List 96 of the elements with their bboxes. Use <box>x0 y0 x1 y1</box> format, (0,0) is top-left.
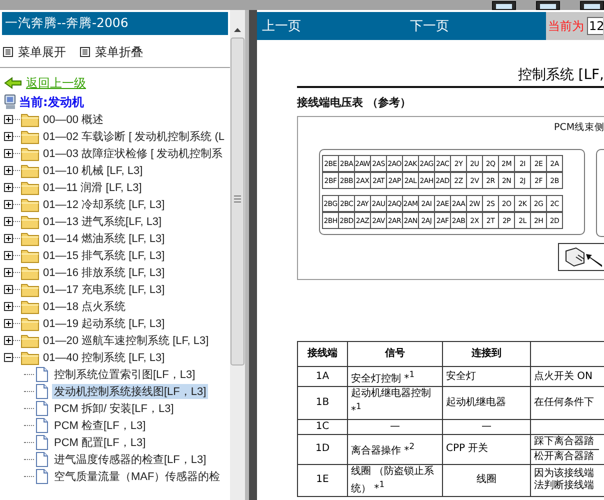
tree-item[interactable]: 00—00 概述 <box>43 112 104 127</box>
table-cell: 1B <box>298 386 348 420</box>
back-arrow-icon <box>4 77 22 89</box>
panel-title: 一汽奔腾--奔腾-2006 <box>2 12 228 35</box>
folder-icon <box>21 180 39 194</box>
table-cell: 起动机继电器 <box>442 386 530 420</box>
table-cell: 1A <box>298 366 348 387</box>
tree-item[interactable]: 01—18 点火系统 <box>43 299 126 314</box>
tree-item[interactable]: PCM 配置[LF，L3] <box>52 435 148 450</box>
expand-icon[interactable] <box>4 149 13 158</box>
table-cell: 1C <box>298 419 348 434</box>
table-cell: 起动机继电器控制 *$^{1}$ <box>348 386 442 420</box>
expand-icon[interactable] <box>4 200 13 209</box>
tree-item[interactable]: 01—03 故障症状检修 [ 发动机控制系 <box>43 146 223 161</box>
column-header: 连接到 <box>442 342 530 366</box>
column-header: 接线端 <box>298 342 348 366</box>
list-icon <box>80 47 90 57</box>
table-cell: 1E <box>298 464 348 496</box>
tree-item[interactable]: 01—13 进气系统[LF, L3] <box>43 214 162 229</box>
document-title: 控制系统 [LF, <box>518 66 604 84</box>
page-number-field[interactable]: 12 <box>587 17 603 35</box>
list-icon <box>3 47 13 57</box>
tree-item[interactable]: 01—10 机械 [LF, L3] <box>43 163 143 178</box>
document-icon <box>36 401 48 416</box>
expand-icon[interactable] <box>4 268 13 277</box>
table-cell: 线圈 <box>442 464 530 496</box>
folder-icon <box>21 214 39 228</box>
folder-icon <box>21 266 39 280</box>
tree-item[interactable]: 发动机控制系统接线图[LF，L3] <box>52 384 208 399</box>
document-icon <box>36 469 48 484</box>
table-cell: 安全灯 <box>442 366 530 387</box>
tree-item[interactable]: 01—12 冷却系统 [LF, L3] <box>43 197 165 212</box>
table-cell: 1D <box>298 434 348 464</box>
tree-item[interactable]: PCM 拆卸/ 安装[LF，L3] <box>52 401 176 416</box>
tree-item[interactable]: 01—16 排放系统 [LF, L3] <box>43 265 165 280</box>
current-location: 当前:发动机 <box>19 94 84 110</box>
folder-icon <box>21 198 39 212</box>
expand-icon[interactable] <box>4 336 13 345</box>
expand-icon[interactable] <box>4 319 13 328</box>
folder-icon <box>21 112 39 126</box>
menu-button[interactable]: 菜单折叠 <box>80 44 143 60</box>
expand-icon[interactable] <box>4 234 13 243</box>
previous-page-link[interactable]: 上一页 <box>262 17 410 35</box>
table-cell: — <box>442 419 530 434</box>
toolbar-button[interactable] <box>492 1 516 10</box>
expand-icon[interactable] <box>4 183 13 192</box>
table-cell: 安全灯控制 *$^{1}$ <box>348 366 442 387</box>
folder-icon <box>21 282 39 296</box>
document-icon <box>36 367 48 382</box>
tree-item[interactable]: 进气温度传感器的检查[LF，L3] <box>52 452 208 467</box>
folder-icon <box>21 232 39 246</box>
expand-icon[interactable] <box>4 115 13 124</box>
tree-item[interactable]: 01—11 润滑 [LF, L3] <box>43 180 142 195</box>
expand-icon[interactable] <box>4 166 13 175</box>
folder-icon <box>21 300 39 314</box>
menu-button[interactable]: 菜单展开 <box>3 44 66 60</box>
expand-icon[interactable] <box>4 132 13 141</box>
table-cell: 踩下离合器踏 松开离合器踏 <box>530 434 604 464</box>
expand-icon[interactable] <box>4 251 13 260</box>
section-heading: 接线端电压表 （参考） <box>297 95 412 110</box>
folder-icon <box>21 334 39 348</box>
document-icon <box>36 384 48 399</box>
folder-icon <box>21 130 39 144</box>
table-cell: 线圈 （防盗锁止系统） *$^{1}$ <box>348 464 442 496</box>
toolbar-button[interactable] <box>580 1 604 10</box>
tree-item[interactable]: 控制系统位置索引图[LF，L3] <box>52 367 198 382</box>
expand-icon[interactable] <box>4 285 13 294</box>
tree-item[interactable]: PCM 检查[LF，L3] <box>52 418 148 433</box>
folder-icon <box>21 316 39 330</box>
tree-item[interactable]: 01—40 控制系统 [LF, L3] <box>43 350 165 365</box>
computer-icon <box>3 94 17 110</box>
tree-item[interactable]: 01—17 充电系统 [LF, L3] <box>43 282 165 297</box>
toolbar-button[interactable] <box>536 1 560 10</box>
tree-item[interactable]: 空气质量流量（MAF）传感器的检 <box>52 469 222 484</box>
expand-icon[interactable] <box>4 217 13 226</box>
tree-item[interactable]: 01—14 燃油系统 [LF, L3] <box>43 231 165 246</box>
tree-item[interactable]: 01—19 起动系统 [LF, L3] <box>43 316 165 331</box>
table-cell: — <box>348 419 442 434</box>
document-icon <box>36 452 48 467</box>
folder-icon <box>21 146 39 160</box>
folder-icon <box>21 350 39 364</box>
page-label: 当前为 <box>548 18 584 34</box>
tree-item[interactable]: 01—20 巡航车速控制系统 [LF, L3] <box>43 333 209 348</box>
document-icon <box>36 418 48 433</box>
folder-icon <box>21 164 39 178</box>
expand-icon[interactable] <box>4 302 13 311</box>
next-page-link[interactable]: 下一页 <box>410 17 449 35</box>
document-icon <box>36 435 48 450</box>
collapse-icon[interactable] <box>4 353 13 362</box>
tree-item[interactable]: 01—15 排气系统 [LF, L3] <box>43 248 165 263</box>
folder-icon <box>21 248 39 262</box>
table-cell: 离合器操作 *$^{2}$ <box>348 434 442 464</box>
column-header: 信号 <box>348 342 442 366</box>
diagram-caption: PCM线束侧 <box>554 121 604 134</box>
table-cell: CPP 开关 <box>442 434 530 464</box>
tree-item[interactable]: 01—02 车载诊断 [ 发动机控制系统 (L <box>43 129 225 144</box>
